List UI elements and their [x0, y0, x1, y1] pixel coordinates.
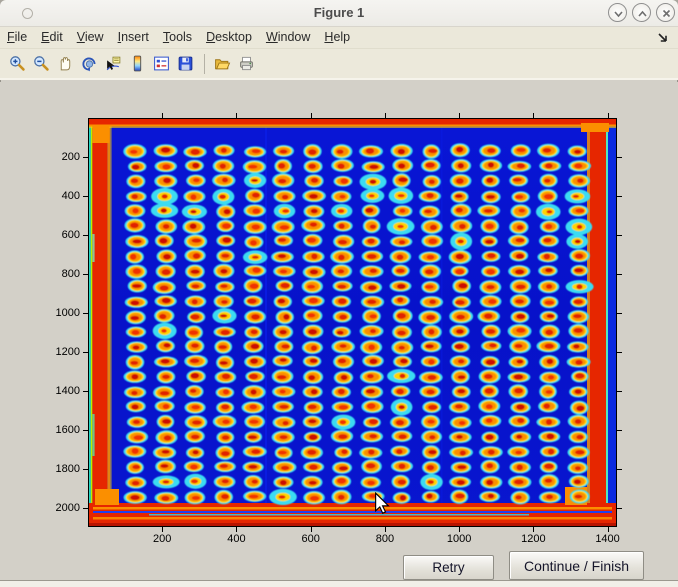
- x-icon: [660, 7, 673, 20]
- y-tick: [83, 391, 88, 392]
- y-tick: [83, 508, 88, 509]
- menu-item-file[interactable]: File: [0, 27, 34, 47]
- menu-item-tools[interactable]: Tools: [156, 27, 199, 47]
- menu-item-insert[interactable]: Insert: [111, 27, 156, 47]
- x-tick-top: [459, 113, 460, 118]
- titlebar[interactable]: Figure 1: [0, 0, 678, 27]
- data-cursor-icon[interactable]: [104, 55, 122, 73]
- figure-canvas: 200 400 600 800 1000 1200 1400 1600 1800 2000 200 4…: [0, 82, 678, 581]
- y-tick-label: 200: [28, 151, 80, 163]
- shade-window-button[interactable]: [608, 3, 627, 22]
- x-tick-top: [608, 113, 609, 118]
- x-tick-top: [385, 113, 386, 118]
- x-tick: [311, 527, 312, 532]
- chevron-up-icon: [636, 7, 649, 20]
- y-tick-right: [617, 274, 622, 275]
- zoom-out-icon[interactable]: [32, 55, 50, 73]
- menu-item-edit[interactable]: Edit: [34, 27, 70, 47]
- y-tick-right: [617, 196, 622, 197]
- open-file-icon[interactable]: [213, 55, 231, 73]
- maximize-window-button[interactable]: [632, 3, 651, 22]
- x-tick: [533, 527, 534, 532]
- x-tick: [459, 527, 460, 532]
- y-tick: [83, 157, 88, 158]
- menu-item-help[interactable]: Help: [317, 27, 357, 47]
- y-tick-right: [617, 430, 622, 431]
- menu-item-view[interactable]: View: [70, 27, 111, 47]
- save-figure-icon[interactable]: [176, 55, 194, 73]
- y-tick-label: 1600: [28, 424, 80, 436]
- x-tick-top: [533, 113, 534, 118]
- menu-bar: FileEditViewInsertToolsDesktopWindowHelp: [0, 27, 678, 49]
- y-tick: [83, 196, 88, 197]
- y-tick: [83, 469, 88, 470]
- y-tick-label: 600: [28, 229, 80, 241]
- x-tick-label: 1000: [434, 533, 484, 545]
- x-tick: [385, 527, 386, 532]
- x-tick-top: [311, 113, 312, 118]
- dock-arrow-icon[interactable]: [656, 31, 670, 45]
- insert-colorbar-icon[interactable]: [128, 55, 146, 73]
- y-tick-label: 800: [28, 268, 80, 280]
- y-tick: [83, 274, 88, 275]
- y-tick-right: [617, 469, 622, 470]
- y-tick-label: 1800: [28, 463, 80, 475]
- x-tick-label: 1200: [508, 533, 558, 545]
- insert-legend-icon[interactable]: [152, 55, 170, 73]
- plot-axes[interactable]: [88, 118, 617, 527]
- x-tick: [236, 527, 237, 532]
- y-tick-right: [617, 313, 622, 314]
- y-tick-right: [617, 391, 622, 392]
- y-tick-right: [617, 157, 622, 158]
- close-window-button[interactable]: [656, 3, 675, 22]
- y-tick-right: [617, 235, 622, 236]
- chevron-down-icon: [612, 7, 625, 20]
- continue-finish-button[interactable]: Continue / Finish: [509, 551, 644, 580]
- menu-item-window[interactable]: Window: [259, 27, 317, 47]
- y-tick-label: 1400: [28, 385, 80, 397]
- y-tick-label: 1200: [28, 346, 80, 358]
- y-tick: [83, 313, 88, 314]
- toolbar-separator: [204, 54, 205, 74]
- x-tick-label: 400: [211, 533, 261, 545]
- x-tick-label: 800: [360, 533, 410, 545]
- y-tick-right: [617, 352, 622, 353]
- x-tick-top: [236, 113, 237, 118]
- rotate-3d-icon[interactable]: [80, 55, 98, 73]
- x-tick-label: 600: [286, 533, 336, 545]
- x-tick: [162, 527, 163, 532]
- x-tick: [608, 527, 609, 532]
- y-tick-label: 1000: [28, 307, 80, 319]
- x-tick-top: [162, 113, 163, 118]
- x-tick-label: 200: [137, 533, 187, 545]
- y-tick-right: [617, 508, 622, 509]
- y-tick-label: 2000: [28, 502, 80, 514]
- pan-icon[interactable]: [56, 55, 74, 73]
- retry-button[interactable]: Retry: [403, 555, 494, 580]
- y-tick: [83, 430, 88, 431]
- window-title: Figure 1: [0, 5, 678, 20]
- toolbar: [0, 49, 678, 80]
- figure-window: Figure 1 FileEditViewInsertToolsDesktopW…: [0, 0, 678, 587]
- y-tick-label: 400: [28, 190, 80, 202]
- menu-item-desktop[interactable]: Desktop: [199, 27, 259, 47]
- y-tick: [83, 235, 88, 236]
- x-tick-label: 1400: [583, 533, 633, 545]
- zoom-in-icon[interactable]: [8, 55, 26, 73]
- window-bottom-edge: [0, 580, 678, 587]
- print-figure-icon[interactable]: [237, 55, 255, 73]
- y-tick: [83, 352, 88, 353]
